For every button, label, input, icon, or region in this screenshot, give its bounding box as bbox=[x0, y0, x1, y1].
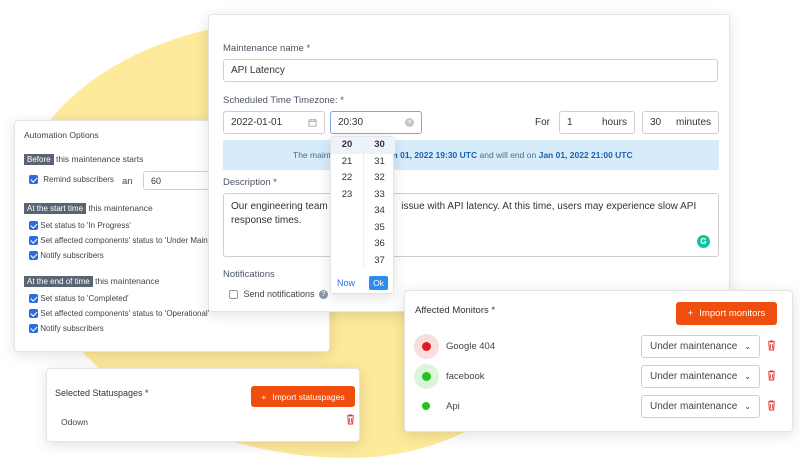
affected-monitors-card: Affected Monitors * + Import monitors Go… bbox=[404, 290, 793, 432]
monitor-status-select[interactable]: Under maintenance ⌄ bbox=[641, 395, 760, 418]
before-tag: Before bbox=[24, 154, 54, 165]
for-label: For bbox=[535, 117, 550, 128]
trash-icon[interactable] bbox=[346, 414, 355, 425]
start-item-checkbox[interactable] bbox=[29, 221, 38, 231]
maintenance-name-input[interactable]: API Latency bbox=[223, 59, 718, 82]
trash-icon[interactable] bbox=[767, 340, 776, 351]
minute-option[interactable]: 37 bbox=[364, 253, 395, 270]
end-text: this maintenance bbox=[95, 276, 160, 286]
status-dot bbox=[422, 402, 430, 410]
minute-option[interactable]: 31 bbox=[364, 154, 395, 171]
end-item-checkbox[interactable] bbox=[29, 324, 38, 334]
statuspages-card: Selected Statuspages * + Import statuspa… bbox=[46, 368, 360, 442]
trash-icon[interactable] bbox=[767, 400, 776, 411]
end-item-checkbox[interactable] bbox=[29, 294, 38, 304]
plus-icon: + bbox=[261, 391, 267, 402]
time-input[interactable]: 20:30 × bbox=[330, 111, 422, 134]
monitor-name: Google 404 bbox=[446, 341, 496, 352]
end-item: Set affected components' status to 'Oper… bbox=[29, 309, 209, 319]
remind-row: Remind subscribers bbox=[29, 175, 114, 185]
start-item: Notify subscribers bbox=[29, 251, 104, 261]
monitor-name: Api bbox=[446, 401, 460, 412]
start-section: At the start time this maintenance bbox=[24, 203, 153, 214]
time-picker-dropdown: 20 21 22 23 30 31 32 33 34 35 36 37 Now … bbox=[330, 136, 395, 294]
plus-icon: + bbox=[687, 308, 694, 319]
minutes-unit: minutes bbox=[675, 117, 711, 128]
minute-option[interactable]: 30 bbox=[364, 137, 395, 154]
hour-option[interactable]: 22 bbox=[331, 170, 363, 187]
hours-unit: hours bbox=[601, 117, 627, 128]
trash-icon[interactable] bbox=[767, 370, 776, 381]
import-statuspages-button[interactable]: + Import statuspages bbox=[251, 386, 355, 407]
status-dot bbox=[422, 372, 431, 381]
chevron-down-icon: ⌄ bbox=[744, 402, 751, 411]
scheduled-time-label: Scheduled Time Timezone: * bbox=[223, 95, 344, 106]
automation-title: Automation Options bbox=[24, 130, 99, 140]
maintenance-name-label: Maintenance name * bbox=[223, 43, 311, 54]
an-label: an bbox=[122, 176, 133, 187]
end-item: Notify subscribers bbox=[29, 324, 104, 334]
end-section: At the end of time this maintenance bbox=[24, 276, 160, 287]
status-dot bbox=[422, 342, 431, 351]
calendar-icon bbox=[308, 118, 317, 127]
end-item-checkbox[interactable] bbox=[29, 309, 38, 319]
before-text: this maintenance starts bbox=[55, 154, 144, 164]
monitor-status-select[interactable]: Under maintenance ⌄ bbox=[641, 365, 760, 388]
minutes-column: 30 31 32 33 34 35 36 37 bbox=[363, 137, 395, 269]
hour-option[interactable]: 20 bbox=[331, 137, 363, 154]
minute-option[interactable]: 35 bbox=[364, 220, 395, 237]
start-item-checkbox[interactable] bbox=[29, 236, 38, 246]
description-textarea[interactable]: Our engineering team is issue with API l… bbox=[223, 193, 719, 257]
remind-checkbox[interactable] bbox=[29, 175, 38, 185]
schedule-info-banner: The mainte n Jan 01, 2022 19:30 UTC and … bbox=[223, 140, 719, 170]
clear-icon[interactable]: × bbox=[405, 118, 414, 127]
start-text: this maintenance bbox=[88, 203, 153, 213]
statuspages-title: Selected Statuspages * bbox=[55, 388, 149, 398]
notifications-label: Notifications bbox=[223, 269, 275, 280]
send-notifications-checkbox[interactable] bbox=[229, 290, 238, 300]
ok-button[interactable]: Ok bbox=[369, 276, 388, 290]
chevron-down-icon: ⌄ bbox=[744, 342, 751, 351]
minutes-input[interactable]: 30 minutes bbox=[642, 111, 719, 134]
maintenance-form-card: Maintenance name * API Latency Scheduled… bbox=[208, 14, 730, 312]
minute-option[interactable]: 36 bbox=[364, 236, 395, 253]
monitor-status-select[interactable]: Under maintenance ⌄ bbox=[641, 335, 760, 358]
description-label: Description * bbox=[223, 177, 277, 188]
start-item: Set status to 'In Progress' bbox=[29, 221, 131, 231]
send-notifications-row: Send notifications ? bbox=[229, 289, 329, 300]
minute-option[interactable]: 34 bbox=[364, 203, 395, 220]
minute-option[interactable]: 32 bbox=[364, 170, 395, 187]
statuspage-item: Odown bbox=[61, 417, 88, 427]
monitors-title: Affected Monitors * bbox=[415, 305, 496, 316]
hour-option[interactable]: 23 bbox=[331, 187, 363, 204]
start-tag: At the start time bbox=[24, 203, 87, 214]
minute-option[interactable]: 33 bbox=[364, 187, 395, 204]
start-item: Set affected components' status to 'Unde… bbox=[29, 236, 219, 246]
hours-column: 20 21 22 23 bbox=[331, 137, 363, 269]
end-tag: At the end of time bbox=[24, 276, 93, 287]
chevron-down-icon: ⌄ bbox=[744, 372, 751, 381]
date-input[interactable]: 2022-01-01 bbox=[223, 111, 325, 134]
monitor-name: facebook bbox=[446, 371, 485, 382]
end-datetime: Jan 01, 2022 21:00 UTC bbox=[538, 150, 633, 160]
now-link[interactable]: Now bbox=[337, 278, 355, 288]
start-item-checkbox[interactable] bbox=[29, 251, 38, 261]
grammarly-icon[interactable]: G bbox=[697, 235, 710, 248]
help-icon[interactable]: ? bbox=[319, 290, 329, 300]
hour-option[interactable]: 21 bbox=[331, 154, 363, 171]
hours-input[interactable]: 1 hours bbox=[559, 111, 635, 134]
remind-label: Remind subscribers bbox=[43, 175, 114, 184]
import-monitors-button[interactable]: + Import monitors bbox=[676, 302, 777, 325]
before-section: Before this maintenance starts bbox=[24, 154, 144, 165]
end-item: Set status to 'Completed' bbox=[29, 294, 129, 304]
